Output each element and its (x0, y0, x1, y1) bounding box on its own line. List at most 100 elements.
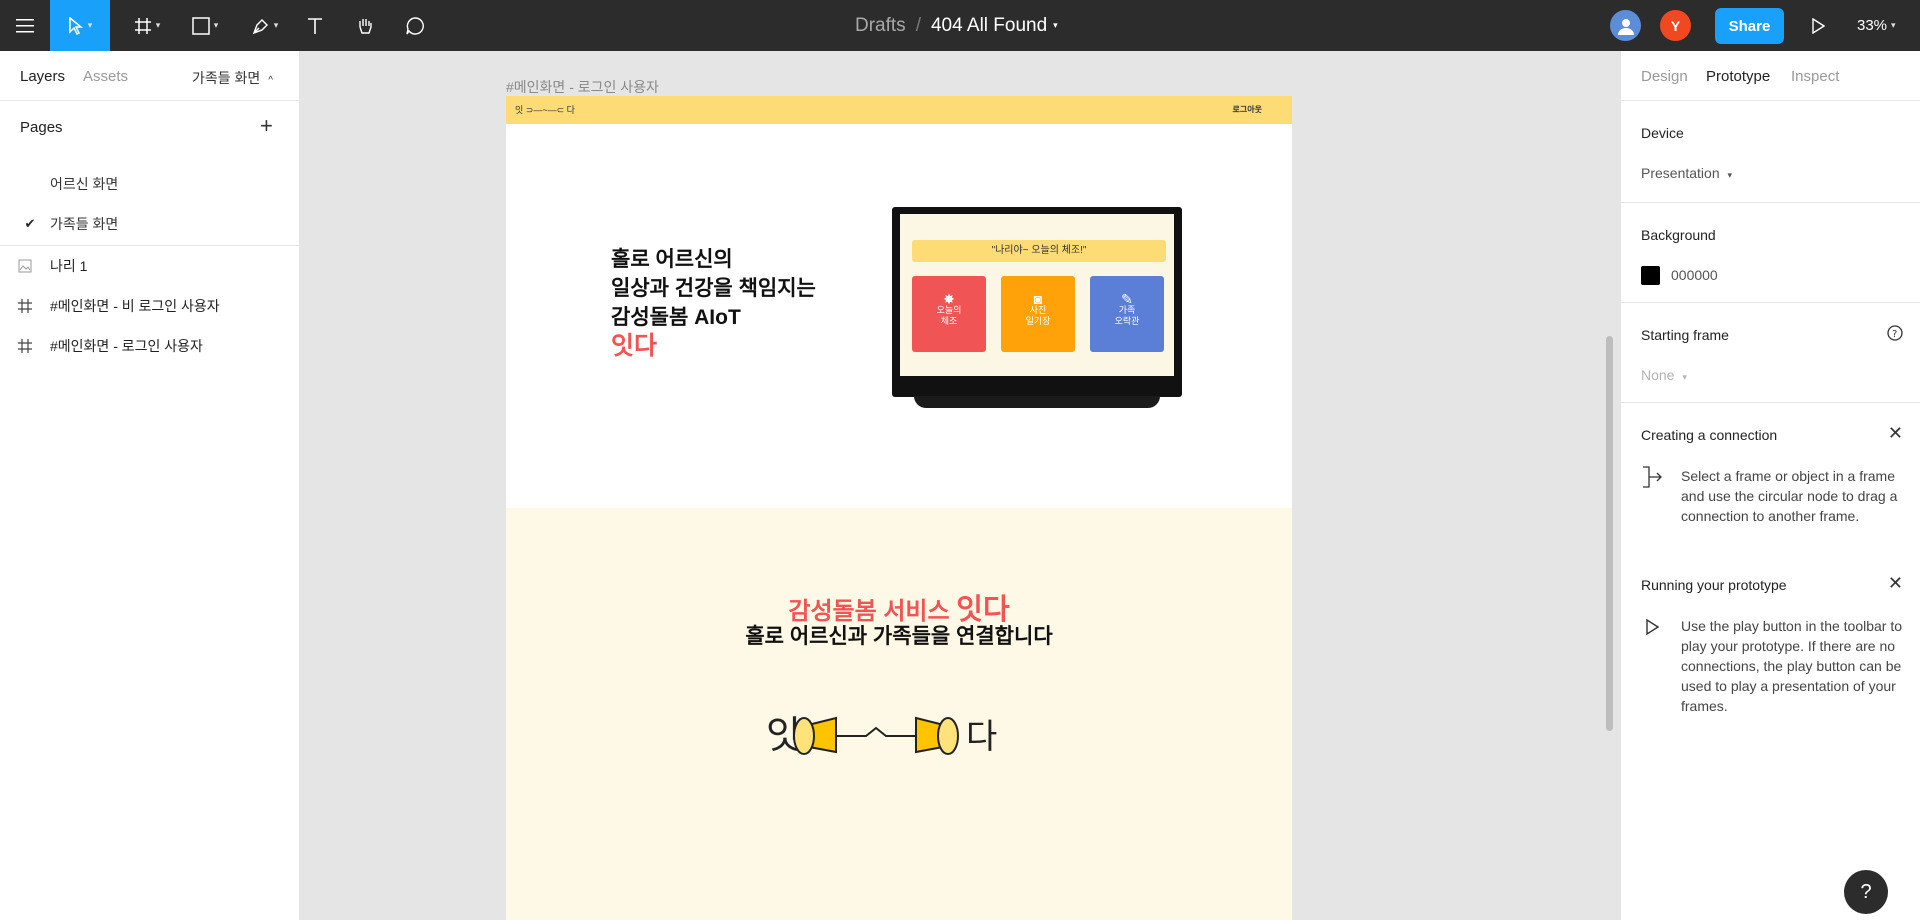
text-tool-button[interactable] (300, 0, 330, 51)
page-item-family[interactable]: ✔ 가족들 화면 (0, 206, 300, 242)
tab-layers[interactable]: Layers (20, 68, 65, 85)
tv-card-photo: ◙ 사진 일기장 (1001, 276, 1075, 352)
device-section: Device Presentation ▾ (1621, 101, 1920, 203)
pencil-icon: ✎ (1121, 291, 1133, 307)
hero-line: 홀로 어르신의 (611, 248, 733, 271)
layer-label: #메인화면 - 비 로그인 사용자 (50, 298, 220, 314)
layer-item-main-login[interactable]: #메인화면 - 로그인 사용자 (0, 328, 300, 364)
present-button[interactable] (1803, 0, 1833, 51)
file-name[interactable]: 404 All Found (931, 15, 1047, 37)
share-button[interactable]: Share (1715, 8, 1784, 44)
help-circle-icon[interactable]: ? (1887, 325, 1903, 346)
background-color-swatch[interactable] (1641, 266, 1660, 285)
design-canvas[interactable]: #메인화면 - 로그인 사용자 잇 ⊃—~—⊂ 다 로그아웃 홀로 어르신의 일… (301, 51, 1620, 920)
person-icon (1617, 18, 1634, 35)
logout-link: 로그아웃 (1232, 105, 1262, 114)
close-icon[interactable]: ✕ (1888, 573, 1903, 594)
main-menu-button[interactable] (0, 0, 50, 51)
background-title: Background (1641, 227, 1716, 243)
frame-label[interactable]: #메인화면 - 로그인 사용자 (506, 77, 659, 97)
user-avatar[interactable] (1610, 10, 1641, 41)
chevron-down-icon: ▾ (1727, 170, 1733, 180)
layer-item-nari[interactable]: 나리 1 (0, 248, 300, 284)
tab-assets[interactable]: Assets (83, 68, 128, 85)
hand-icon (359, 18, 372, 34)
hero-text: 홀로 어르신의 일상과 건강을 책임지는 감성돌봄 AIoT 잇다 (611, 245, 816, 361)
card-label: 체조 (940, 316, 958, 326)
starting-frame-dropdown[interactable]: None ▾ (1641, 367, 1687, 383)
chevron-down-icon: ▾ (87, 20, 93, 30)
page-item-elderly[interactable]: 어르신 화면 (0, 166, 300, 202)
divider (0, 245, 300, 246)
connection-description: Select a frame or object in a frame and … (1681, 468, 1898, 524)
add-page-button[interactable]: + (260, 113, 273, 139)
tv-card-family: ✎ 가족 오락관 (1090, 276, 1164, 352)
camera-icon: ◙ (1033, 291, 1043, 307)
frame-icon (134, 17, 151, 34)
text-icon (308, 17, 322, 34)
checkmark-icon: ✔ (24, 216, 36, 231)
chevron-down-icon: ▾ (1682, 372, 1687, 382)
pen-tool-button[interactable]: ▾ (240, 0, 290, 51)
frame-tool-button[interactable]: ▾ (122, 0, 172, 51)
comment-icon (406, 16, 424, 35)
card-label: 사진 (1029, 305, 1047, 315)
logo-char-right: 다 (966, 717, 997, 757)
left-panel-tabs: Layers Assets 가족들 화면 ^ (0, 51, 300, 101)
chevron-down-icon: ▾ (1891, 20, 1896, 30)
cursor-icon (68, 16, 83, 35)
frame-icon (0, 339, 50, 353)
image-icon (0, 259, 50, 273)
tab-design[interactable]: Design (1641, 68, 1688, 85)
service-section: 감성돌봄 서비스 잇다 홀로 어르신과 가족들을 연결합니다 잇 다 (506, 508, 1292, 920)
pen-icon (252, 18, 268, 34)
breadcrumb-drafts[interactable]: Drafts (855, 15, 906, 37)
connection-title: Creating a connection (1641, 427, 1778, 443)
tv-banner: "나리야~ 오늘의 체조!" (912, 240, 1166, 262)
tv-stand (914, 396, 1160, 408)
hamburger-icon (16, 18, 34, 32)
service-subheading: 홀로 어르신과 가족들을 연결합니다 (745, 625, 1053, 648)
play-icon (1645, 618, 1660, 640)
properties-panel: Design Prototype Inspect Device Presenta… (1620, 51, 1920, 920)
top-toolbar: ▾ ▾ ▾ ▾ Drafts / 404 All Found ▾ Y Share… (0, 0, 1920, 51)
layer-label: 나리 1 (50, 258, 88, 274)
site-header: 잇 ⊃—~—⊂ 다 로그아웃 (506, 96, 1292, 124)
starting-frame-value: None (1641, 367, 1675, 383)
comment-tool-button[interactable] (400, 0, 430, 51)
frame-icon (0, 299, 50, 313)
chevron-up-icon: ^ (268, 75, 273, 86)
exercise-icon: ✸ (943, 291, 955, 307)
tab-prototype[interactable]: Prototype (1706, 68, 1770, 85)
layer-item-main-guest[interactable]: #메인화면 - 비 로그인 사용자 (0, 288, 300, 324)
right-panel-tabs: Design Prototype Inspect (1621, 51, 1920, 101)
frame-main-login[interactable]: 잇 ⊃—~—⊂ 다 로그아웃 홀로 어르신의 일상과 건강을 책임지는 감성돌봄… (506, 96, 1292, 920)
layer-label: #메인화면 - 로그인 사용자 (50, 338, 203, 354)
collaborator-avatar[interactable]: Y (1660, 10, 1691, 41)
breadcrumb-separator: / (915, 14, 921, 36)
device-dropdown[interactable]: Presentation ▾ (1641, 165, 1732, 181)
shape-tool-button[interactable]: ▾ (180, 0, 230, 51)
hand-tool-button[interactable] (350, 0, 380, 51)
chevron-down-icon: ▾ (273, 20, 279, 30)
tab-inspect[interactable]: Inspect (1791, 68, 1839, 85)
close-icon[interactable]: ✕ (1888, 423, 1903, 444)
zoom-control[interactable]: 33% ▾ (1857, 0, 1896, 51)
current-page-selector[interactable]: 가족들 화면 ^ (192, 68, 273, 88)
rectangle-icon (191, 16, 210, 35)
page-label: 가족들 화면 (50, 216, 119, 232)
breadcrumb: Drafts / 404 All Found ▾ (855, 0, 1058, 51)
tv-card-exercise: ✸ 오늘의 체조 (912, 276, 986, 352)
running-description: Use the play button in the toolbar to pl… (1681, 618, 1903, 714)
vertical-scrollbar[interactable] (1606, 336, 1613, 731)
connection-help-section: Creating a connection ✕ Select a frame o… (1621, 403, 1920, 553)
play-icon (1812, 17, 1825, 34)
help-button[interactable]: ? (1844, 870, 1888, 914)
background-color-value[interactable]: 000000 (1671, 267, 1718, 283)
connection-icon (1641, 465, 1665, 494)
chevron-down-icon[interactable]: ▾ (1053, 20, 1058, 31)
itda-logo-graphic: 잇 다 (766, 713, 997, 757)
background-section: Background 000000 (1621, 203, 1920, 303)
card-label: 오늘의 (936, 305, 962, 315)
move-tool-button[interactable]: ▾ (50, 0, 110, 51)
